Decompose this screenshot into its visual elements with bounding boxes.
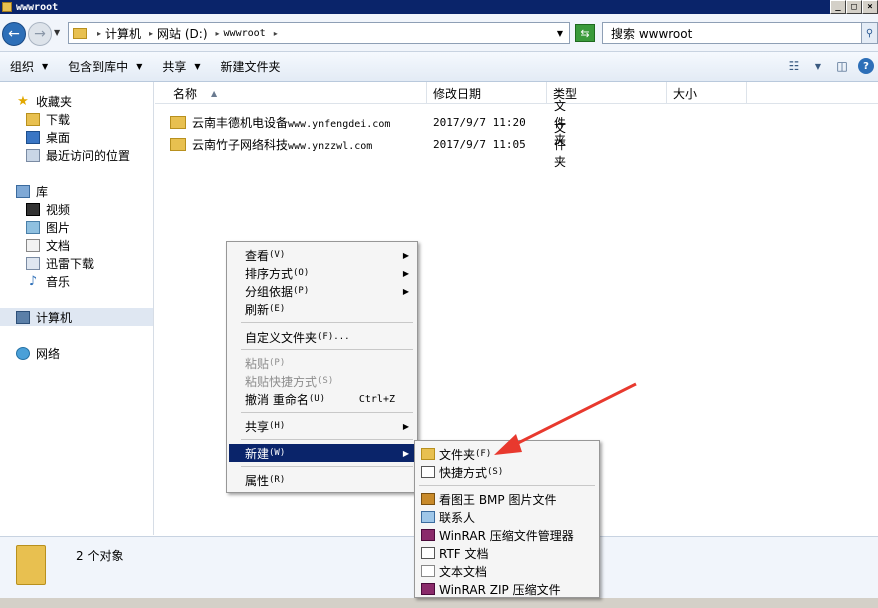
arrow-head — [494, 434, 522, 455]
arrow-shaft — [507, 382, 637, 450]
annotation-arrow — [494, 382, 637, 455]
